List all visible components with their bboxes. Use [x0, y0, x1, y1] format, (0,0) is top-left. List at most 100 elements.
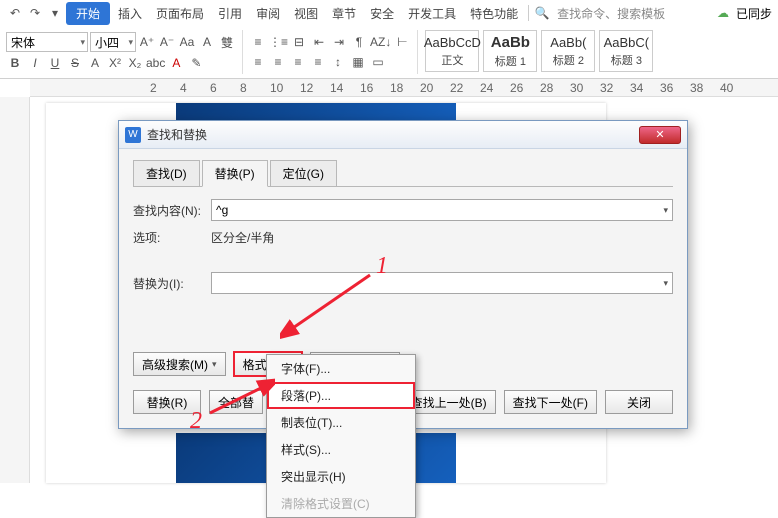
ruler-mark: 22: [450, 81, 463, 95]
ruler-mark: 24: [480, 81, 493, 95]
dialog-close-button[interactable]: 关闭: [605, 390, 673, 414]
tab-replace[interactable]: 替换(P): [202, 160, 268, 187]
font-size-value: 小四: [95, 34, 119, 51]
replace-with-input[interactable]: [211, 272, 673, 294]
find-content-value: ^g: [216, 203, 228, 217]
vertical-ruler[interactable]: [0, 97, 30, 483]
find-next-button[interactable]: 查找下一处(F): [504, 390, 597, 414]
multilevel-button[interactable]: ⊟: [290, 33, 308, 51]
ruler-mark: 30: [570, 81, 583, 95]
align-center-button[interactable]: ≡: [269, 53, 287, 71]
abc-button[interactable]: abc: [146, 54, 165, 72]
font-size-select[interactable]: 小四: [90, 32, 136, 52]
ruler-mark: 16: [360, 81, 373, 95]
menu-item-tabs[interactable]: 制表位(T)...: [267, 409, 415, 436]
horizontal-ruler[interactable]: 246810121416182022242628303234363840: [30, 79, 778, 97]
font-decrease-button[interactable]: A⁻: [158, 33, 176, 51]
format-dropdown-menu: 字体(F)... 段落(P)... 制表位(T)... 样式(S)... 突出显…: [266, 354, 416, 518]
dialog-tabs: 查找(D) 替换(P) 定位(G): [133, 159, 673, 187]
show-marks-button[interactable]: ¶: [350, 33, 368, 51]
style-heading1[interactable]: AaBb标题 1: [483, 30, 537, 72]
menu-item-font[interactable]: 字体(F)...: [267, 355, 415, 382]
replace-with-label: 替换为(I):: [133, 275, 211, 292]
shading-button[interactable]: ▦: [349, 53, 367, 71]
ruler-mark: 10: [270, 81, 283, 95]
sort-button[interactable]: AZ↓: [370, 33, 391, 51]
style-normal[interactable]: AaBbCcD正文: [425, 30, 479, 72]
ruler-mark: 14: [330, 81, 343, 95]
font-color-button[interactable]: A: [86, 54, 104, 72]
ruler-mark: 8: [240, 81, 247, 95]
find-content-input[interactable]: ^g: [211, 199, 673, 221]
menu-item-clear: 清除格式设置(C): [267, 490, 415, 517]
align-left-button[interactable]: ≡: [249, 53, 267, 71]
text-color-button[interactable]: A: [167, 54, 185, 72]
italic-button[interactable]: I: [26, 54, 44, 72]
line-spacing-button[interactable]: ↕: [329, 53, 347, 71]
bold-button[interactable]: B: [6, 54, 24, 72]
tabstop-button[interactable]: ⊢: [393, 33, 411, 51]
ruler-mark: 12: [300, 81, 313, 95]
ruler-mark: 4: [180, 81, 187, 95]
search-icon[interactable]: 🔍: [533, 4, 551, 22]
subscript-button[interactable]: X₂: [126, 54, 144, 72]
tab-insert[interactable]: 插入: [112, 2, 148, 25]
search-hint[interactable]: 查找命令、搜索模板: [557, 5, 665, 22]
numbering-button[interactable]: ⋮≡: [269, 33, 288, 51]
font-increase-button[interactable]: A⁺: [138, 33, 156, 51]
ruler-mark: 32: [600, 81, 613, 95]
tab-review[interactable]: 审阅: [250, 2, 286, 25]
align-right-button[interactable]: ≡: [289, 53, 307, 71]
find-content-label: 查找内容(N):: [133, 202, 211, 219]
sync-icon: ☁: [714, 4, 732, 22]
style-heading2[interactable]: AaBb(标题 2: [541, 30, 595, 72]
superscript-button[interactable]: X²: [106, 54, 124, 72]
tab-special[interactable]: 特色功能: [464, 2, 524, 25]
tab-start[interactable]: 开始: [66, 2, 110, 25]
tab-security[interactable]: 安全: [364, 2, 400, 25]
advanced-search-button[interactable]: 高级搜索(M): [133, 352, 226, 376]
indent-increase-button[interactable]: ⇥: [330, 33, 348, 51]
close-button[interactable]: ✕: [639, 126, 681, 144]
ruler-mark: 38: [690, 81, 703, 95]
group-separator: [417, 30, 418, 74]
ruler-mark: 18: [390, 81, 403, 95]
border-button[interactable]: ▭: [369, 53, 387, 71]
ruler-mark: 28: [540, 81, 553, 95]
font-name-value: 宋体: [11, 34, 35, 51]
tab-reference[interactable]: 引用: [212, 2, 248, 25]
align-justify-button[interactable]: ≡: [309, 53, 327, 71]
tab-find[interactable]: 查找(D): [133, 160, 200, 187]
dropdown-icon[interactable]: ▾: [46, 4, 64, 22]
menu-item-paragraph[interactable]: 段落(P)...: [267, 382, 415, 409]
replace-all-button[interactable]: 全部替: [209, 390, 263, 414]
menu-item-highlight[interactable]: 突出显示(H): [267, 463, 415, 490]
tab-pagelayout[interactable]: 页面布局: [150, 2, 210, 25]
change-case-button[interactable]: Aa: [178, 33, 196, 51]
bullets-button[interactable]: ≡: [249, 33, 267, 51]
ruler-mark: 2: [150, 81, 157, 95]
tab-view[interactable]: 视图: [288, 2, 324, 25]
undo-button[interactable]: ↶: [6, 4, 24, 22]
font-name-select[interactable]: 宋体: [6, 32, 88, 52]
underline-button[interactable]: U: [46, 54, 64, 72]
ruler-mark: 20: [420, 81, 433, 95]
style-heading3[interactable]: AaBbC(标题 3: [599, 30, 653, 72]
separator: [528, 5, 529, 21]
replace-button[interactable]: 替换(R): [133, 390, 201, 414]
tab-chapter[interactable]: 章节: [326, 2, 362, 25]
clear-format-button[interactable]: A: [198, 33, 216, 51]
sync-status: 已同步: [736, 5, 772, 22]
strike-button[interactable]: S: [66, 54, 84, 72]
dialog-titlebar[interactable]: W 查找和替换 ✕: [119, 121, 687, 149]
menu-item-style[interactable]: 样式(S)...: [267, 436, 415, 463]
group-separator: [242, 30, 243, 74]
tab-goto[interactable]: 定位(G): [270, 160, 337, 187]
redo-button[interactable]: ↷: [26, 4, 44, 22]
indent-decrease-button[interactable]: ⇤: [310, 33, 328, 51]
highlight-button[interactable]: ✎: [187, 54, 205, 72]
ruler-mark: 34: [630, 81, 643, 95]
phonetic-button[interactable]: 雙: [218, 33, 236, 51]
tab-devtools[interactable]: 开发工具: [402, 2, 462, 25]
ruler-mark: 36: [660, 81, 673, 95]
